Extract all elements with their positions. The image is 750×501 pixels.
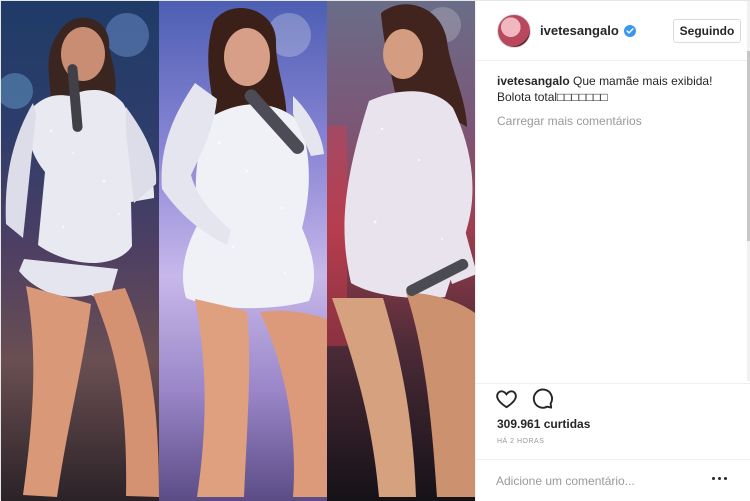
singer-center-illustration [161, 8, 327, 497]
comment-box [476, 459, 750, 501]
option-dot [724, 477, 727, 480]
comment-icon[interactable] [531, 387, 554, 410]
photo-panel-right [327, 1, 475, 501]
singer-right-illustration [327, 4, 475, 497]
load-more-comments-link[interactable]: Carregar mais comentários [497, 114, 727, 128]
post-actions [495, 387, 554, 410]
option-dot [718, 477, 721, 480]
post-sidebar: ivetesangalo Seguindo ivetesangalo Que m… [475, 1, 750, 501]
post-photo-collage[interactable] [1, 1, 475, 501]
verified-badge-icon [623, 24, 636, 37]
photo-panel-left [1, 1, 159, 501]
singer-left-illustration [1, 13, 159, 497]
instagram-post: ivetesangalo Seguindo ivetesangalo Que m… [0, 0, 750, 501]
photo-panel-center [159, 1, 327, 501]
option-dot [712, 477, 715, 480]
post-time: HÁ 2 HORAS [497, 438, 545, 445]
following-button[interactable]: Seguindo [673, 18, 741, 43]
username[interactable]: ivetesangalo [540, 23, 619, 38]
comments-area: ivetesangalo Que mamãe mais exibida! Bol… [476, 61, 750, 384]
avatar[interactable] [497, 13, 531, 48]
heart-icon[interactable] [495, 387, 518, 410]
post-header: ivetesangalo Seguindo [476, 1, 750, 61]
likes-count[interactable]: 309.961 curtidas [497, 417, 590, 431]
more-options-icon[interactable] [712, 473, 728, 485]
caption-username[interactable]: ivetesangalo [497, 74, 570, 88]
post-caption: ivetesangalo Que mamãe mais exibida! Bol… [497, 73, 717, 105]
comment-input[interactable] [496, 472, 706, 490]
